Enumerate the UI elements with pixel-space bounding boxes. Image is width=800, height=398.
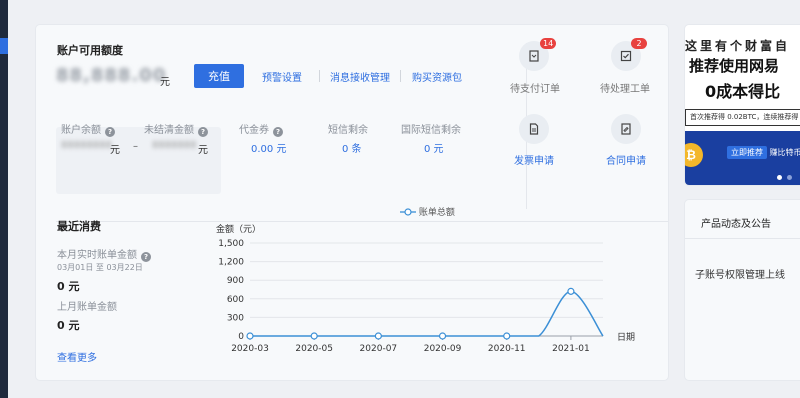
y-tick-label: 1,500 bbox=[218, 239, 244, 249]
contract-icon bbox=[621, 123, 631, 135]
y-axis-title: 金额（元） bbox=[216, 223, 261, 235]
promo-line4: 首次推荐得 0.02BTC，连续推荐得 bbox=[685, 109, 800, 126]
pending-tickets-badge: 2 bbox=[631, 38, 647, 49]
see-more-link[interactable]: 查看更多 bbox=[57, 349, 97, 364]
y-tick-label: 1,200 bbox=[218, 258, 244, 268]
pending-payment-badge: 14 bbox=[540, 38, 557, 49]
legend-marker bbox=[400, 208, 416, 216]
promo-line2: 推荐使用网易 bbox=[689, 57, 780, 75]
help-icon[interactable]: ? bbox=[141, 252, 151, 262]
pending-payment-label[interactable]: 待支付订单 bbox=[510, 80, 560, 95]
carousel-dot[interactable] bbox=[777, 175, 782, 180]
this-month-bill-value: 0 元 bbox=[57, 280, 80, 293]
news-divider bbox=[685, 238, 800, 239]
legend-label: 账单总额 bbox=[418, 208, 455, 218]
x-tick-label: 2021-01 bbox=[552, 344, 590, 354]
last-month-bill-label: 上月账单金额 bbox=[57, 302, 117, 313]
news-item[interactable]: 子账号权限管理上线 bbox=[695, 266, 785, 281]
y-tick-label: 600 bbox=[227, 295, 244, 305]
account-balance-label: 账户余额? bbox=[61, 121, 115, 137]
x-tick-label: 2020-05 bbox=[295, 344, 333, 354]
contract-request-button[interactable] bbox=[611, 114, 641, 144]
invoice-request-button[interactable] bbox=[519, 114, 549, 144]
intl-sms-remaining-value[interactable]: 0 元 bbox=[424, 140, 444, 155]
promo-recommend-button[interactable]: 立即推荐 赚比特币 bbox=[727, 146, 800, 159]
unsettled-amount-unit: 元 bbox=[198, 145, 208, 156]
series-line bbox=[249, 290, 604, 337]
unsettled-amount-label: 未结清金额? bbox=[144, 121, 208, 137]
carousel-dot[interactable] bbox=[787, 175, 792, 180]
x-tick-label: 2020-09 bbox=[424, 344, 462, 354]
account-balance-unit: 元 bbox=[110, 145, 120, 156]
last-month-bill-value: 0 元 bbox=[57, 319, 80, 332]
balance-detail-box bbox=[56, 127, 221, 194]
data-point bbox=[310, 332, 318, 340]
link-divider bbox=[400, 70, 401, 82]
contract-request-label[interactable]: 合同申请 bbox=[606, 152, 646, 167]
invoice-icon bbox=[529, 123, 539, 135]
data-point bbox=[567, 287, 575, 295]
order-icon bbox=[529, 50, 539, 62]
sms-remaining-value[interactable]: 0 条 bbox=[342, 140, 362, 155]
sms-remaining-label: 短信剩余 bbox=[328, 125, 368, 136]
intl-sms-remaining-label: 国际短信剩余 bbox=[401, 125, 461, 136]
dash-separator: – bbox=[133, 141, 138, 152]
alert-settings-link[interactable]: 预警设置 bbox=[262, 69, 302, 84]
help-icon[interactable]: ? bbox=[273, 127, 283, 137]
help-icon[interactable]: ? bbox=[105, 127, 115, 137]
data-point bbox=[438, 332, 447, 340]
recent-spending-title: 最近消费 bbox=[57, 220, 101, 233]
this-month-date-range: 03月01日 至 03月22日 bbox=[57, 263, 143, 272]
x-tick-label: 2020-07 bbox=[360, 344, 398, 354]
coupon-label: 代金券? bbox=[239, 121, 283, 137]
chart-legend: 账单总额 bbox=[400, 205, 455, 218]
y-tick-label: 0 bbox=[238, 332, 244, 342]
product-news-title: 产品动态及公告 bbox=[701, 219, 771, 230]
billing-line-chart: 金额（元） 0 300 600 900 1,200 1,500 2020-03 2020-05 2… bbox=[216, 223, 635, 354]
account-overview-card: 账户可用额度 88,888.00 元 充值 预警设置 消息接收管理 购买资源包 … bbox=[36, 25, 668, 380]
available-balance-title: 账户可用额度 bbox=[57, 44, 123, 57]
buy-package-link[interactable]: 购买资源包 bbox=[412, 69, 462, 84]
this-month-bill-label: 本月实时账单金额? bbox=[57, 246, 151, 262]
nav-active-indicator bbox=[0, 38, 8, 54]
link-divider bbox=[319, 70, 320, 82]
product-news-card: 产品动态及公告 子账号权限管理上线 bbox=[685, 200, 800, 380]
coupon-value[interactable]: 0.00 元 bbox=[251, 140, 286, 155]
data-point bbox=[374, 332, 382, 340]
left-nav-strip bbox=[0, 0, 8, 398]
invoice-request-label[interactable]: 发票申请 bbox=[514, 152, 554, 167]
y-tick-label: 900 bbox=[227, 276, 244, 286]
charge-button[interactable]: 充值 bbox=[194, 64, 244, 88]
ticket-icon bbox=[620, 50, 632, 62]
available-balance-unit: 元 bbox=[160, 77, 170, 88]
promo-line3: 0成本得比 bbox=[705, 82, 781, 101]
x-axis-title: 日期 bbox=[617, 332, 635, 343]
x-tick-label: 2020-11 bbox=[488, 344, 526, 354]
pending-tickets-label[interactable]: 待处理工单 bbox=[600, 80, 650, 95]
promo-line1: 这里有个财富自 bbox=[685, 39, 791, 53]
promo-banner[interactable]: 这里有个财富自 推荐使用网易 0成本得比 首次推荐得 0.02BTC，连续推荐得… bbox=[685, 25, 800, 185]
data-point bbox=[246, 332, 254, 340]
help-icon[interactable]: ? bbox=[198, 127, 208, 137]
unsettled-amount-value: 8888888 bbox=[152, 140, 197, 151]
message-settings-link[interactable]: 消息接收管理 bbox=[330, 69, 390, 84]
x-tick-label: 2020-03 bbox=[231, 344, 269, 354]
y-tick-label: 300 bbox=[227, 313, 244, 323]
data-point bbox=[503, 332, 511, 340]
account-balance-value: 88888888 bbox=[61, 140, 112, 151]
available-balance-amount: 88,888.00 bbox=[56, 65, 167, 86]
